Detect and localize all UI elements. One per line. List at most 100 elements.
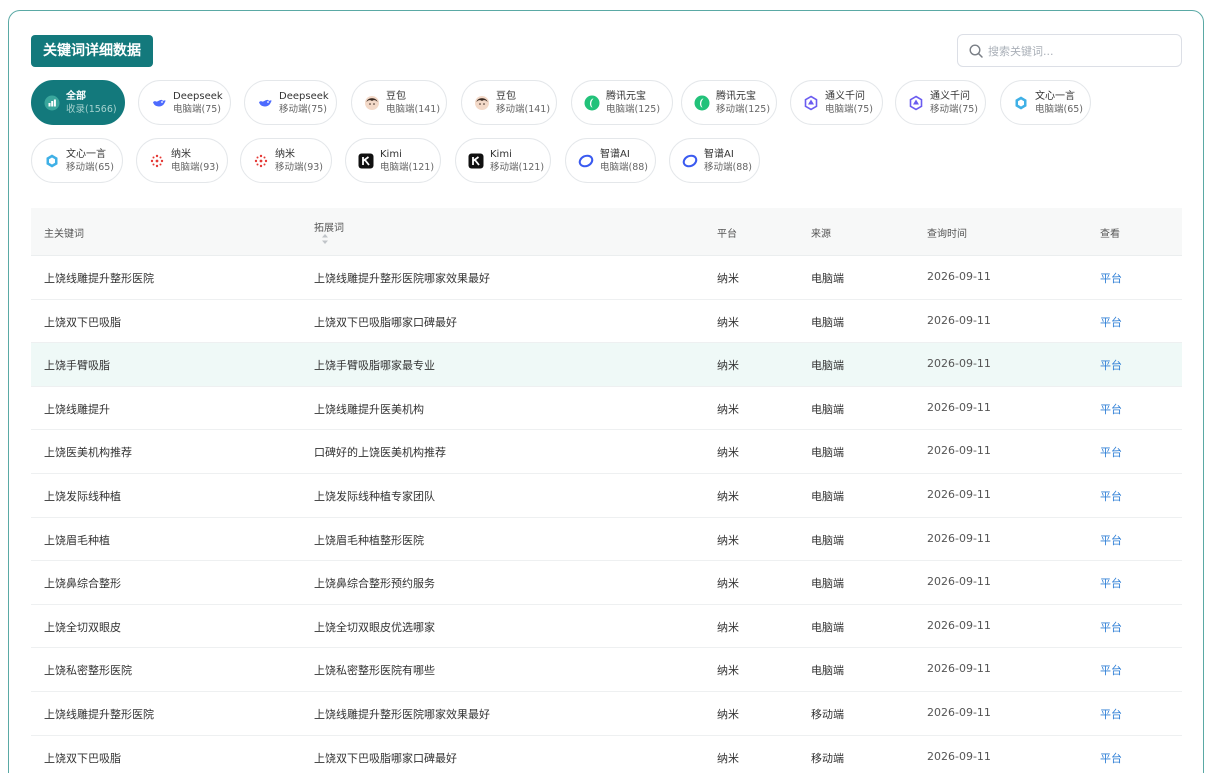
cell-source: 电脑端 <box>811 577 844 591</box>
platform-chip[interactable]: 文心一言 电脑端(65) <box>1000 80 1091 125</box>
chip-text: 文心一言 移动端(65) <box>66 148 114 174</box>
table-row: 上饶线雕提升整形医院 上饶线雕提升整形医院哪家效果最好 纳米 电脑端 2026-09-1… <box>31 256 1182 300</box>
platform-chip[interactable]: 智谱AI 移动端(88) <box>669 138 760 183</box>
platform-chip[interactable]: Deepseek 移动端(75) <box>244 80 337 125</box>
cell-extended-keyword: 上饶鼻综合整形预约服务 <box>314 577 435 591</box>
platform-chip[interactable]: 通义千问 电脑端(75) <box>790 80 883 125</box>
chip-name: 豆包 <box>386 90 406 102</box>
chip-name: 通义千问 <box>930 90 970 102</box>
view-link[interactable]: 平台 <box>1100 706 1122 722</box>
platform-chip[interactable]: 全部 收录(1566) <box>31 80 125 125</box>
platform-chip[interactable]: 腾讯元宝 电脑端(125) <box>571 80 673 125</box>
chip-count: 电脑端(65) <box>1035 103 1084 115</box>
tongyi-icon <box>908 95 924 111</box>
search-input[interactable] <box>988 41 1173 61</box>
platform-chip[interactable]: 智谱AI 电脑端(88) <box>565 138 656 183</box>
chip-text: 纳米 移动端(93) <box>275 148 323 174</box>
platform-chip[interactable]: 纳米 电脑端(93) <box>136 138 228 183</box>
table-row: 上饶发际线种植 上饶发际线种植专家团队 纳米 电脑端 2026-09-11 平台 <box>31 474 1182 518</box>
cell-extended-keyword: 上饶线雕提升整形医院哪家效果最好 <box>314 707 490 721</box>
table-row: 上饶医美机构推荐 口碑好的上饶医美机构推荐 纳米 电脑端 2026-09-11 平台 <box>31 430 1182 474</box>
cell-source: 移动端 <box>811 751 844 765</box>
search-box[interactable] <box>957 34 1182 67</box>
cell-main-keyword: 上饶双下巴吸脂 <box>44 315 121 329</box>
page-title: 关键词详细数据 <box>31 35 153 67</box>
view-link[interactable]: 平台 <box>1100 357 1122 373</box>
view-link[interactable]: 平台 <box>1100 488 1122 504</box>
view-link[interactable]: 平台 <box>1100 575 1122 591</box>
chip-text: 腾讯元宝 移动端(125) <box>716 90 770 116</box>
platform-chip[interactable]: 腾讯元宝 移动端(125) <box>681 80 777 125</box>
table-row: 上饶全切双眼皮 上饶全切双眼皮优选哪家 纳米 电脑端 2026-09-11 平台 <box>31 605 1182 649</box>
cell-platform: 纳米 <box>717 664 739 678</box>
cell-main-keyword: 上饶医美机构推荐 <box>44 446 132 460</box>
sort-icon[interactable] <box>320 233 330 245</box>
cell-source: 电脑端 <box>811 315 844 329</box>
cell-query-time: 2026-09-11 <box>927 618 991 632</box>
platform-chip[interactable]: 豆包 移动端(141) <box>461 80 557 125</box>
wenxin-icon <box>44 153 60 169</box>
chip-text: 通义千问 电脑端(75) <box>825 90 873 116</box>
chip-count: 移动端(125) <box>716 103 771 115</box>
chip-name: 腾讯元宝 <box>716 90 756 102</box>
chip-count: 移动端(65) <box>66 161 115 173</box>
cell-extended-keyword: 上饶发际线种植专家团队 <box>314 489 435 503</box>
view-link[interactable]: 平台 <box>1100 444 1122 460</box>
cell-extended-keyword: 上饶线雕提升医美机构 <box>314 402 424 416</box>
cell-source: 电脑端 <box>811 272 844 285</box>
chip-count: 收录(1566) <box>66 103 117 115</box>
chip-text: 通义千问 移动端(75) <box>930 90 978 116</box>
cell-extended-keyword: 上饶双下巴吸脂哪家口碑最好 <box>314 751 457 765</box>
search-icon <box>969 44 983 58</box>
chip-text: Deepseek 移动端(75) <box>279 90 329 116</box>
chip-count: 电脑端(141) <box>386 103 441 115</box>
view-link[interactable]: 平台 <box>1100 619 1122 635</box>
platform-chip[interactable]: 纳米 移动端(93) <box>240 138 332 183</box>
chip-count: 电脑端(93) <box>171 161 220 173</box>
kimi-icon <box>358 153 374 169</box>
cell-main-keyword: 上饶发际线种植 <box>44 489 121 503</box>
column-header-extended-keyword[interactable]: 拓展词 <box>314 219 344 234</box>
platform-chip[interactable]: 文心一言 移动端(65) <box>31 138 123 183</box>
platform-chip[interactable]: Deepseek 电脑端(75) <box>138 80 231 125</box>
view-link[interactable]: 平台 <box>1100 532 1122 548</box>
table-row: 上饶眉毛种植 上饶眉毛种植整形医院 纳米 电脑端 2026-09-11 平台 <box>31 518 1182 562</box>
platform-chip[interactable]: 豆包 电脑端(141) <box>351 80 447 125</box>
cell-platform: 纳米 <box>717 446 739 460</box>
cell-extended-keyword: 上饶眉毛种植整形医院 <box>314 533 424 547</box>
view-link[interactable]: 平台 <box>1100 401 1122 417</box>
cell-main-keyword: 上饶手臂吸脂 <box>44 359 110 373</box>
chip-count: 电脑端(75) <box>173 103 222 115</box>
cell-source: 电脑端 <box>811 620 844 634</box>
platform-chip[interactable]: Kimi 移动端(121) <box>455 138 551 183</box>
chip-name: Kimi <box>490 148 512 160</box>
cell-main-keyword: 上饶私密整形医院 <box>44 664 132 678</box>
view-link[interactable]: 平台 <box>1100 270 1122 286</box>
cell-extended-keyword: 上饶私密整形医院有哪些 <box>314 664 435 678</box>
cell-query-time: 2026-09-11 <box>927 531 991 545</box>
column-header-query-time: 查询时间 <box>927 229 967 240</box>
cell-query-time: 2026-09-11 <box>927 400 991 414</box>
zhipu-icon <box>682 153 698 169</box>
view-link[interactable]: 平台 <box>1100 750 1122 766</box>
platform-chip[interactable]: 通义千问 移动端(75) <box>895 80 986 125</box>
doubao-icon <box>474 95 490 111</box>
table-row: 上饶双下巴吸脂 上饶双下巴吸脂哪家口碑最好 纳米 移动端 2026-09-11 平台 <box>31 736 1182 773</box>
chip-name: 通义千问 <box>825 90 865 102</box>
chip-name: 文心一言 <box>66 148 106 160</box>
cell-source: 电脑端 <box>811 489 844 503</box>
view-link[interactable]: 平台 <box>1100 662 1122 678</box>
cell-source: 电脑端 <box>811 402 844 416</box>
cell-extended-keyword: 口碑好的上饶医美机构推荐 <box>314 446 446 460</box>
cell-platform: 纳米 <box>717 489 739 503</box>
nami-icon <box>149 153 165 169</box>
view-link[interactable]: 平台 <box>1100 314 1122 330</box>
chip-text: 全部 收录(1566) <box>66 90 117 116</box>
cell-extended-keyword: 上饶线雕提升整形医院哪家效果最好 <box>314 272 490 285</box>
chip-name: 智谱AI <box>704 148 734 160</box>
platform-chip[interactable]: Kimi 电脑端(121) <box>345 138 441 183</box>
table-row: 上饶私密整形医院 上饶私密整形医院有哪些 纳米 电脑端 2026-09-11 平台 <box>31 648 1182 692</box>
cell-platform: 纳米 <box>717 751 739 765</box>
chip-count: 移动端(75) <box>279 103 328 115</box>
cell-source: 电脑端 <box>811 533 844 547</box>
